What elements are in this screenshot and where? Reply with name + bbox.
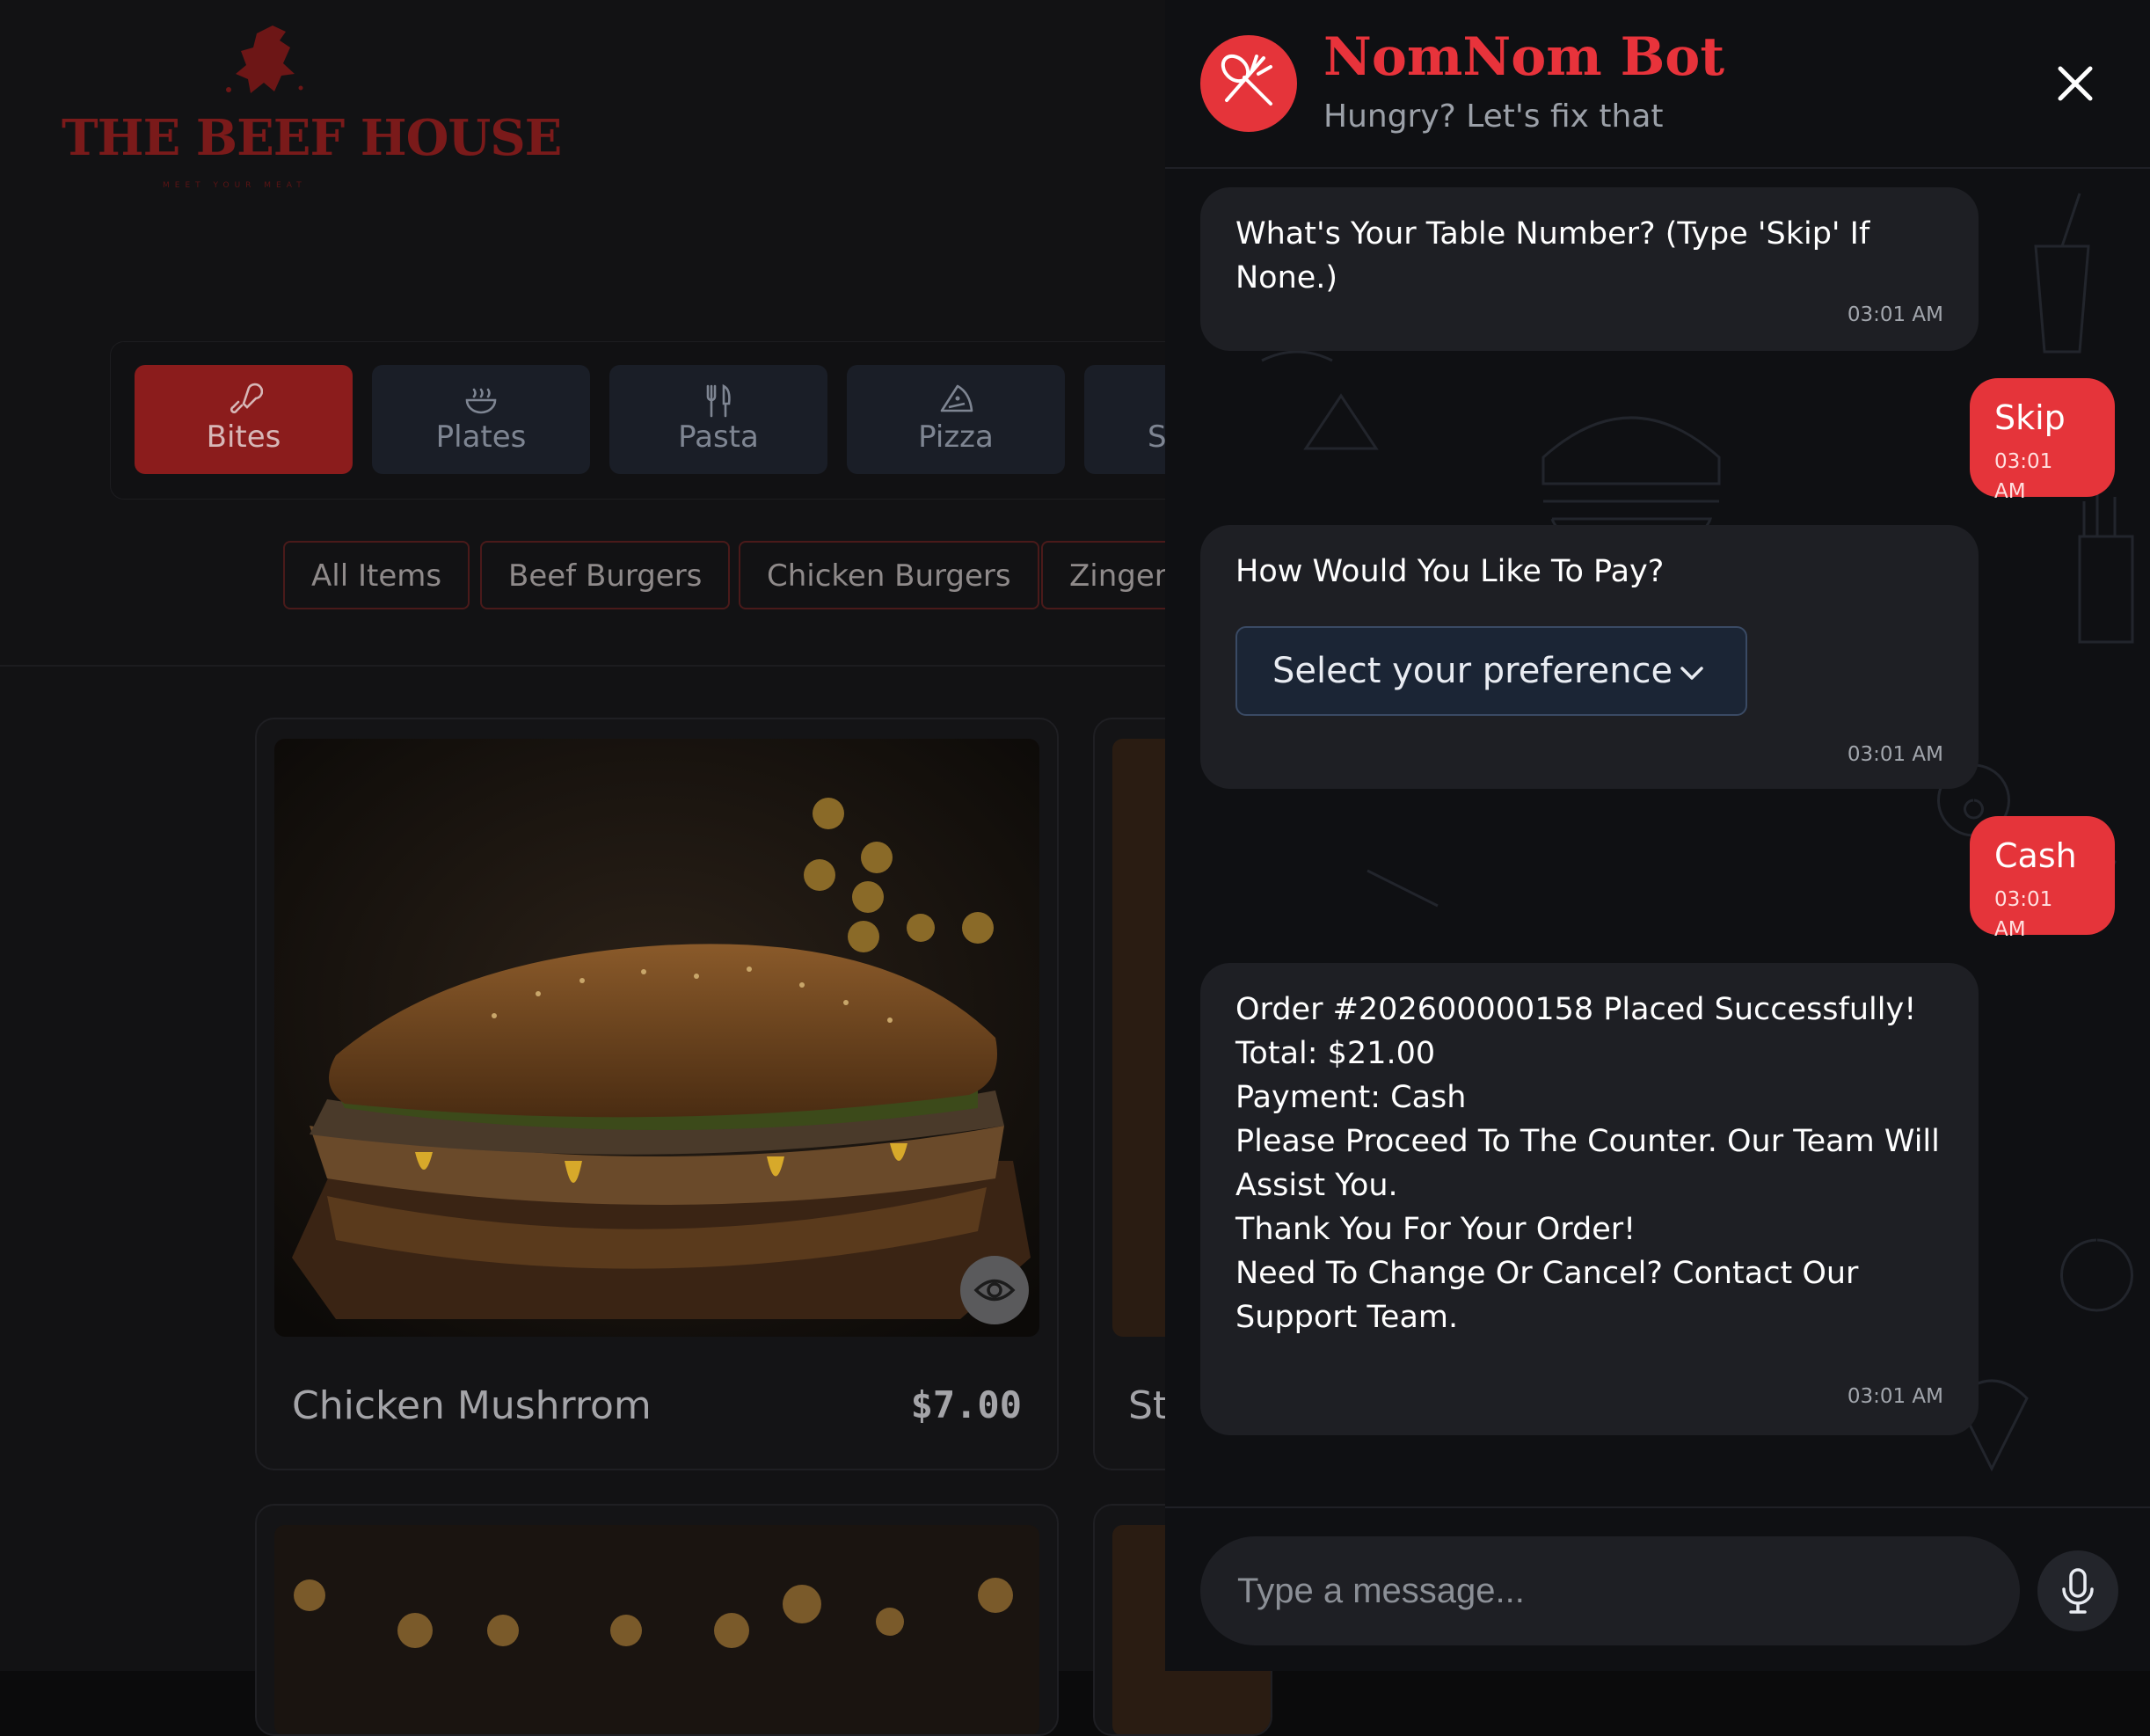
chevron-down-icon bbox=[1680, 667, 1703, 680]
filter-all-items[interactable]: All Items bbox=[283, 541, 470, 609]
filter-beef-burgers[interactable]: Beef Burgers bbox=[480, 541, 731, 609]
category-label: Pasta bbox=[678, 419, 759, 455]
view-item-button[interactable] bbox=[960, 1256, 1029, 1324]
message-time: 03:01 AM bbox=[1994, 450, 2053, 503]
bull-logo-icon bbox=[226, 26, 303, 93]
bot-avatar bbox=[1200, 35, 1297, 132]
chat-footer bbox=[1165, 1506, 2150, 1671]
message-text: Cash bbox=[1994, 836, 2077, 875]
category-label: Pizza bbox=[918, 419, 994, 455]
bowl-icon bbox=[465, 388, 497, 414]
select-value: Select your preference bbox=[1272, 651, 1673, 691]
message-time: 03:01 AM bbox=[1847, 303, 1943, 326]
message-line: Order #202600000158 Placed Successfully! bbox=[1235, 992, 1917, 1027]
category-bites[interactable]: Bites bbox=[135, 365, 353, 474]
message-line: Need To Change Or Cancel? Contact Our Su… bbox=[1235, 1256, 1859, 1335]
mic-button[interactable] bbox=[2037, 1550, 2118, 1631]
message-line: Total: $21.00 bbox=[1235, 1036, 1436, 1071]
fork-knife-icon bbox=[706, 383, 731, 418]
item-price: $7.00 bbox=[910, 1383, 1022, 1426]
bot-name: NomNom Bot bbox=[1323, 26, 1725, 88]
utensils-icon bbox=[1221, 54, 1272, 106]
message-input[interactable] bbox=[1200, 1536, 2020, 1645]
item-title: Chicken Mushrrom bbox=[292, 1383, 652, 1428]
message-time: 03:01 AM bbox=[1847, 1385, 1943, 1408]
user-message: Skip 03:01 AM bbox=[1970, 378, 2115, 503]
filter-chicken-burgers[interactable]: Chicken Burgers bbox=[739, 541, 1039, 609]
menu-item-card[interactable] bbox=[255, 1504, 1059, 1736]
message-line: Payment: Cash bbox=[1235, 1080, 1467, 1115]
logo-wordmark: THE BEEF HOUSE bbox=[62, 109, 562, 167]
message-text: How Would You Like To Pay? bbox=[1235, 554, 1665, 589]
message-line: Please Proceed To The Counter. Our Team … bbox=[1235, 1124, 1940, 1203]
user-message: Cash 03:01 AM bbox=[1970, 816, 2115, 941]
item-title: St bbox=[1128, 1383, 1169, 1428]
divider bbox=[0, 665, 1170, 667]
message-line: Thank You For Your Order! bbox=[1235, 1212, 1636, 1247]
payment-select[interactable]: Select your preference bbox=[1235, 626, 1747, 716]
message-text: What's Your Table Number? (Type 'Skip' I… bbox=[1235, 216, 1870, 295]
message-time: 03:01 AM bbox=[1847, 743, 1943, 766]
category-plates[interactable]: Plates bbox=[372, 365, 590, 474]
item-image bbox=[274, 1525, 1039, 1734]
bot-message: What's Your Table Number? (Type 'Skip' I… bbox=[1200, 187, 1979, 351]
eye-icon bbox=[973, 1279, 1016, 1302]
sandwich-image bbox=[274, 739, 1039, 1337]
bot-message: How Would You Like To Pay? Select your p… bbox=[1200, 525, 1979, 789]
pizza-icon bbox=[940, 384, 973, 412]
menu-item-card[interactable]: Chicken Mushrrom $7.00 bbox=[255, 718, 1059, 1470]
brand-logo[interactable]: THE BEEF HOUSE MEET YOUR MEAT bbox=[62, 21, 562, 190]
category-label: Plates bbox=[435, 419, 527, 455]
message-time: 03:01 AM bbox=[1994, 888, 2053, 941]
category-label: Bites bbox=[206, 419, 281, 455]
bot-subtitle: Hungry? Let's fix that bbox=[1323, 98, 1664, 135]
close-icon[interactable] bbox=[2046, 55, 2104, 113]
message-text: Skip bbox=[1994, 398, 2066, 437]
chat-panel: NomNom Bot Hungry? Let's fix that What's… bbox=[1165, 0, 2150, 1671]
category-pasta[interactable]: Pasta bbox=[609, 365, 827, 474]
category-pizza[interactable]: Pizza bbox=[847, 365, 1065, 474]
logo-tagline: MEET YOUR MEAT bbox=[163, 181, 307, 190]
microphone-icon bbox=[2062, 1568, 2094, 1614]
order-confirmation-message: Order #202600000158 Placed Successfully!… bbox=[1200, 963, 1979, 1435]
drumstick-icon bbox=[230, 383, 263, 413]
chat-header: NomNom Bot Hungry? Let's fix that bbox=[1165, 0, 2150, 169]
